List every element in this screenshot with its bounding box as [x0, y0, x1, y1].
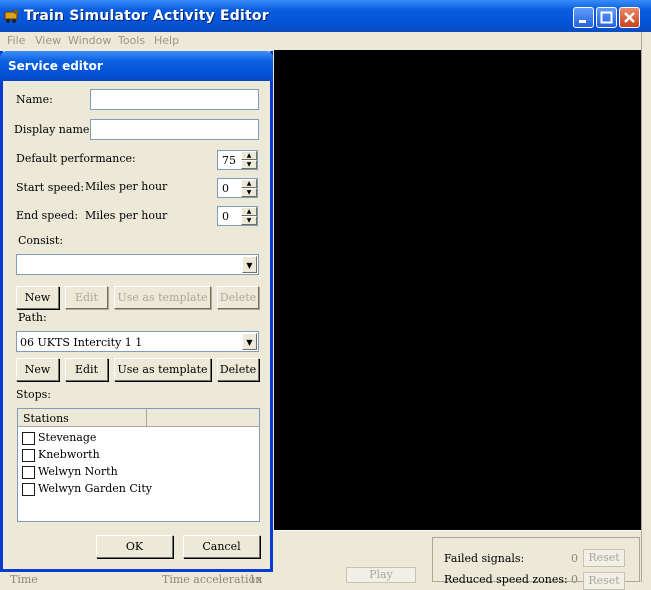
- start-speed-label: Start speed:: [16, 181, 85, 194]
- path-edit-button[interactable]: Edit: [65, 358, 108, 381]
- menu-tools[interactable]: Tools: [118, 34, 145, 47]
- end-speed-spinner[interactable]: 0 ▲ ▼: [217, 206, 258, 226]
- consist-label: Consist:: [18, 234, 64, 247]
- stops-label: Stops:: [16, 388, 51, 401]
- spin-up-icon[interactable]: ▲: [241, 179, 257, 188]
- ok-button[interactable]: OK: [96, 535, 173, 558]
- menu-help[interactable]: Help: [154, 34, 179, 47]
- path-delete-button[interactable]: Delete: [217, 358, 259, 381]
- play-button[interactable]: Play: [346, 567, 416, 583]
- station-checkbox[interactable]: [22, 466, 35, 479]
- failed-signals-value: 0: [571, 552, 578, 565]
- cancel-button[interactable]: Cancel: [183, 535, 260, 558]
- time-acceleration-label: Time acceleration: [162, 573, 263, 586]
- display-name-field[interactable]: [90, 119, 259, 140]
- failed-signals-label: Failed signals:: [444, 552, 525, 565]
- close-icon: [624, 12, 635, 23]
- spin-down-icon[interactable]: ▼: [241, 188, 257, 197]
- default-performance-spinner[interactable]: 75 ▲ ▼: [217, 150, 258, 170]
- main-window-title: Train Simulator Activity Editor: [24, 8, 269, 24]
- spin-down-icon[interactable]: ▼: [241, 216, 257, 225]
- end-speed-label: End speed:: [16, 209, 79, 222]
- reset-failed-signals-button[interactable]: Reset: [583, 549, 625, 567]
- menu-window[interactable]: Window: [68, 34, 111, 47]
- consist-edit-button[interactable]: Edit: [65, 286, 108, 309]
- name-label: Name:: [16, 93, 53, 106]
- reset-speed-zones-button[interactable]: Reset: [583, 572, 625, 590]
- start-speed-unit: Miles per hour: [85, 180, 168, 193]
- time-label: Time: [10, 573, 38, 586]
- status-group: Failed signals: 0 Reset Reduced speed zo…: [432, 537, 640, 590]
- reduced-speed-zones-label: Reduced speed zones:: [444, 573, 568, 586]
- spin-up-icon[interactable]: ▲: [241, 151, 257, 160]
- station-checkbox[interactable]: [22, 483, 35, 496]
- consist-use-as-template-button[interactable]: Use as template: [114, 286, 211, 309]
- maximize-button[interactable]: [596, 7, 617, 28]
- train-app-icon: [4, 10, 18, 23]
- menu-file[interactable]: File: [7, 34, 25, 47]
- spin-down-icon[interactable]: ▼: [241, 160, 257, 169]
- menu-view[interactable]: View: [35, 34, 61, 47]
- time-acceleration-value[interactable]: 1x: [249, 573, 262, 586]
- chevron-down-icon[interactable]: ▼: [242, 333, 257, 350]
- minimize-icon: [579, 20, 586, 23]
- consist-delete-button[interactable]: Delete: [217, 286, 259, 309]
- display-name-label: Display name:: [14, 123, 94, 136]
- consist-new-button[interactable]: New: [16, 286, 59, 309]
- reduced-speed-zones-value: 0: [571, 573, 578, 586]
- start-speed-spinner[interactable]: 0 ▲ ▼: [217, 178, 258, 198]
- station-checkbox[interactable]: [22, 449, 35, 462]
- dialog-title: Service editor: [8, 59, 103, 73]
- name-field[interactable]: [90, 89, 259, 110]
- spin-up-icon[interactable]: ▲: [241, 207, 257, 216]
- end-speed-unit: Miles per hour: [85, 209, 168, 222]
- minimize-button[interactable]: [573, 7, 594, 28]
- close-button[interactable]: [619, 7, 640, 28]
- stations-column-header[interactable]: Stations: [18, 409, 147, 426]
- consist-dropdown[interactable]: ▼: [16, 254, 259, 275]
- stations-list-header: Stations: [18, 409, 259, 427]
- station-checkbox[interactable]: [22, 432, 35, 445]
- main-title-bar: Train Simulator Activity Editor: [0, 0, 651, 32]
- dialog-title-bar: Service editor: [0, 51, 273, 81]
- path-label: Path:: [18, 311, 47, 324]
- window-frame-right: [641, 32, 651, 582]
- menu-bar: File View Window Tools Help: [0, 32, 641, 50]
- stations-list[interactable]: Stations Stevenage Knebworth Welwyn Nort…: [17, 408, 260, 522]
- 3d-viewport[interactable]: [274, 50, 641, 530]
- default-performance-label: Default performance:: [16, 152, 136, 165]
- path-dropdown[interactable]: 06 UKTS Intercity 1 1 ▼: [16, 331, 259, 352]
- chevron-down-icon[interactable]: ▼: [242, 256, 257, 273]
- path-use-as-template-button[interactable]: Use as template: [114, 358, 211, 381]
- path-new-button[interactable]: New: [16, 358, 59, 381]
- maximize-icon: [600, 11, 613, 24]
